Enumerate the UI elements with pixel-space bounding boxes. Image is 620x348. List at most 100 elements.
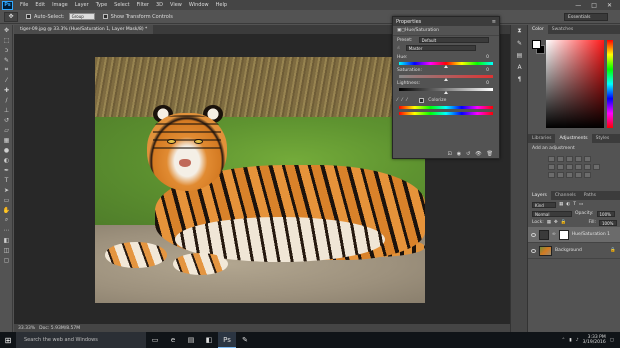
screen-mode-icon[interactable]: ▢ bbox=[0, 255, 13, 265]
close-icon[interactable]: ✕ bbox=[607, 2, 612, 9]
character-panel-icon[interactable]: A bbox=[511, 61, 528, 73]
layer-row-hue-saturation[interactable]: ∞ Hue/Saturation 1 bbox=[528, 227, 620, 243]
lock-position-icon[interactable]: ✥ bbox=[554, 220, 558, 225]
preset-dropdown[interactable]: Default bbox=[418, 37, 489, 43]
invert-icon[interactable] bbox=[548, 172, 555, 178]
store-icon[interactable]: ◧ bbox=[200, 332, 218, 348]
color-field[interactable] bbox=[546, 40, 604, 128]
photoshop-logo[interactable]: Ps bbox=[2, 0, 13, 10]
shape-tool-icon[interactable]: ▭ bbox=[0, 195, 13, 205]
menu-filter[interactable]: Filter bbox=[137, 2, 149, 8]
menu-file[interactable]: File bbox=[20, 2, 28, 8]
color-balance-icon[interactable] bbox=[557, 164, 564, 170]
tab-color[interactable]: Color bbox=[528, 25, 548, 34]
brightness-contrast-icon[interactable] bbox=[548, 156, 555, 162]
brush-panel-icon[interactable]: ✎ bbox=[511, 37, 528, 49]
blur-tool-icon[interactable]: ● bbox=[0, 145, 13, 155]
hue-value[interactable]: 0 bbox=[486, 55, 489, 60]
properties-panel-icon[interactable]: ▤ bbox=[511, 49, 528, 61]
hue-saturation-icon[interactable] bbox=[548, 164, 555, 170]
curves-icon[interactable] bbox=[566, 156, 573, 162]
menu-image[interactable]: Image bbox=[52, 2, 68, 8]
delete-icon[interactable]: 🗑 bbox=[487, 151, 493, 157]
clock[interactable]: 3:33 PM 3/19/2016 bbox=[583, 335, 606, 345]
saturation-thumb[interactable] bbox=[444, 78, 449, 81]
menu-type[interactable]: Type bbox=[96, 2, 107, 8]
levels-icon[interactable] bbox=[557, 156, 564, 162]
tab-layers[interactable]: Layers bbox=[528, 191, 551, 200]
menu-window[interactable]: Window bbox=[189, 2, 209, 8]
auto-select-dropdown[interactable]: Group bbox=[68, 13, 95, 20]
filter-adjustment-icon[interactable]: ◐ bbox=[566, 202, 570, 207]
filter-type-icon[interactable]: T bbox=[573, 202, 576, 207]
hue-slider[interactable] bbox=[399, 62, 493, 68]
adjustment-layer-thumbnail[interactable] bbox=[539, 229, 549, 240]
auto-select-checkbox[interactable] bbox=[26, 14, 31, 19]
photoshop-taskbar-icon[interactable]: Ps bbox=[218, 332, 236, 348]
history-brush-tool-icon[interactable]: ↺ bbox=[0, 115, 13, 125]
filter-shape-icon[interactable]: ▭ bbox=[579, 202, 583, 207]
taskbar-search[interactable]: Search the web and Windows bbox=[16, 332, 146, 348]
edge-browser-icon[interactable]: e bbox=[164, 332, 182, 348]
healing-brush-tool-icon[interactable]: ✚ bbox=[0, 85, 13, 95]
tab-adjustments[interactable]: Adjustments bbox=[555, 134, 592, 143]
path-select-tool-icon[interactable]: ➤ bbox=[0, 185, 13, 195]
visibility-eye-icon[interactable] bbox=[531, 232, 536, 237]
more-tools-icon[interactable]: ⋯ bbox=[0, 225, 13, 235]
menu-edit[interactable]: Edit bbox=[35, 2, 45, 8]
menu-help[interactable]: Help bbox=[216, 2, 227, 8]
start-button[interactable]: ⊞ bbox=[0, 332, 16, 348]
move-tool-icon[interactable]: ✥ bbox=[0, 25, 13, 35]
eyedropper-minus-icon[interactable]: ⁄ bbox=[407, 98, 408, 103]
posterize-icon[interactable] bbox=[557, 172, 564, 178]
color-lookup-icon[interactable] bbox=[593, 164, 600, 170]
menu-3d[interactable]: 3D bbox=[156, 2, 163, 8]
channel-dropdown[interactable]: Master bbox=[405, 45, 476, 51]
photo-filter-icon[interactable] bbox=[575, 164, 582, 170]
hue-thumb[interactable] bbox=[444, 65, 449, 68]
saturation-slider[interactable] bbox=[399, 75, 493, 81]
selective-color-icon[interactable] bbox=[575, 172, 582, 178]
channel-mixer-icon[interactable] bbox=[584, 164, 591, 170]
targeted-adjustment-icon[interactable]: ☝ bbox=[397, 46, 400, 51]
history-panel-icon[interactable]: ⧗ bbox=[511, 25, 528, 37]
brush-tool-icon[interactable]: ∕ bbox=[0, 95, 13, 105]
workspace-dropdown[interactable]: Essentials bbox=[564, 13, 608, 21]
zoom-level[interactable]: 33.33% bbox=[18, 326, 35, 331]
paragraph-panel-icon[interactable]: ¶ bbox=[511, 73, 528, 85]
chevron-up-icon[interactable]: ⌃ bbox=[562, 338, 566, 343]
black-white-icon[interactable] bbox=[566, 164, 573, 170]
lightness-slider[interactable] bbox=[399, 88, 493, 94]
view-previous-icon[interactable]: ◉ bbox=[457, 151, 461, 157]
network-icon[interactable]: ▮ bbox=[569, 338, 571, 343]
layer-name[interactable]: Background bbox=[555, 248, 582, 253]
marquee-tool-icon[interactable]: ⬚ bbox=[0, 35, 13, 45]
lightness-thumb[interactable] bbox=[444, 91, 449, 94]
quick-mask-icon[interactable]: ◫ bbox=[0, 245, 13, 255]
minimize-icon[interactable]: — bbox=[575, 2, 581, 9]
tab-libraries[interactable]: Libraries bbox=[528, 134, 555, 143]
quick-select-tool-icon[interactable]: ✎ bbox=[0, 55, 13, 65]
properties-header[interactable]: Properties ≡ bbox=[393, 17, 499, 26]
eyedropper-icon[interactable]: ⁄ bbox=[397, 98, 398, 103]
foreground-color-swatch[interactable] bbox=[532, 40, 541, 49]
eraser-tool-icon[interactable]: ▱ bbox=[0, 125, 13, 135]
tab-channels[interactable]: Channels bbox=[551, 191, 580, 200]
lasso-tool-icon[interactable]: ↄ bbox=[0, 45, 13, 55]
vibrance-icon[interactable] bbox=[584, 156, 591, 162]
lock-pixels-icon[interactable]: ▦ bbox=[547, 220, 551, 225]
fill-input[interactable]: 100% bbox=[599, 219, 617, 226]
layer-name[interactable]: Hue/Saturation 1 bbox=[572, 232, 610, 237]
maximize-icon[interactable]: □ bbox=[591, 2, 597, 9]
layer-row-background[interactable]: Background 🔒 bbox=[528, 243, 620, 259]
transform-controls-checkbox[interactable] bbox=[102, 14, 108, 19]
move-tool-preset-icon[interactable]: ✥ bbox=[4, 11, 18, 22]
chain-link-icon[interactable]: ∞ bbox=[552, 232, 556, 237]
clone-stamp-tool-icon[interactable]: ⊥ bbox=[0, 105, 13, 115]
menu-view[interactable]: View bbox=[170, 2, 182, 8]
file-explorer-icon[interactable]: ▤ bbox=[182, 332, 200, 348]
doc-size-info[interactable]: Doc: 5.93M/8.57M bbox=[39, 326, 80, 331]
foreground-background-icon[interactable]: ◧ bbox=[0, 235, 13, 245]
paint-icon[interactable]: ✎ bbox=[236, 332, 254, 348]
opacity-input[interactable]: 100% bbox=[596, 210, 615, 217]
